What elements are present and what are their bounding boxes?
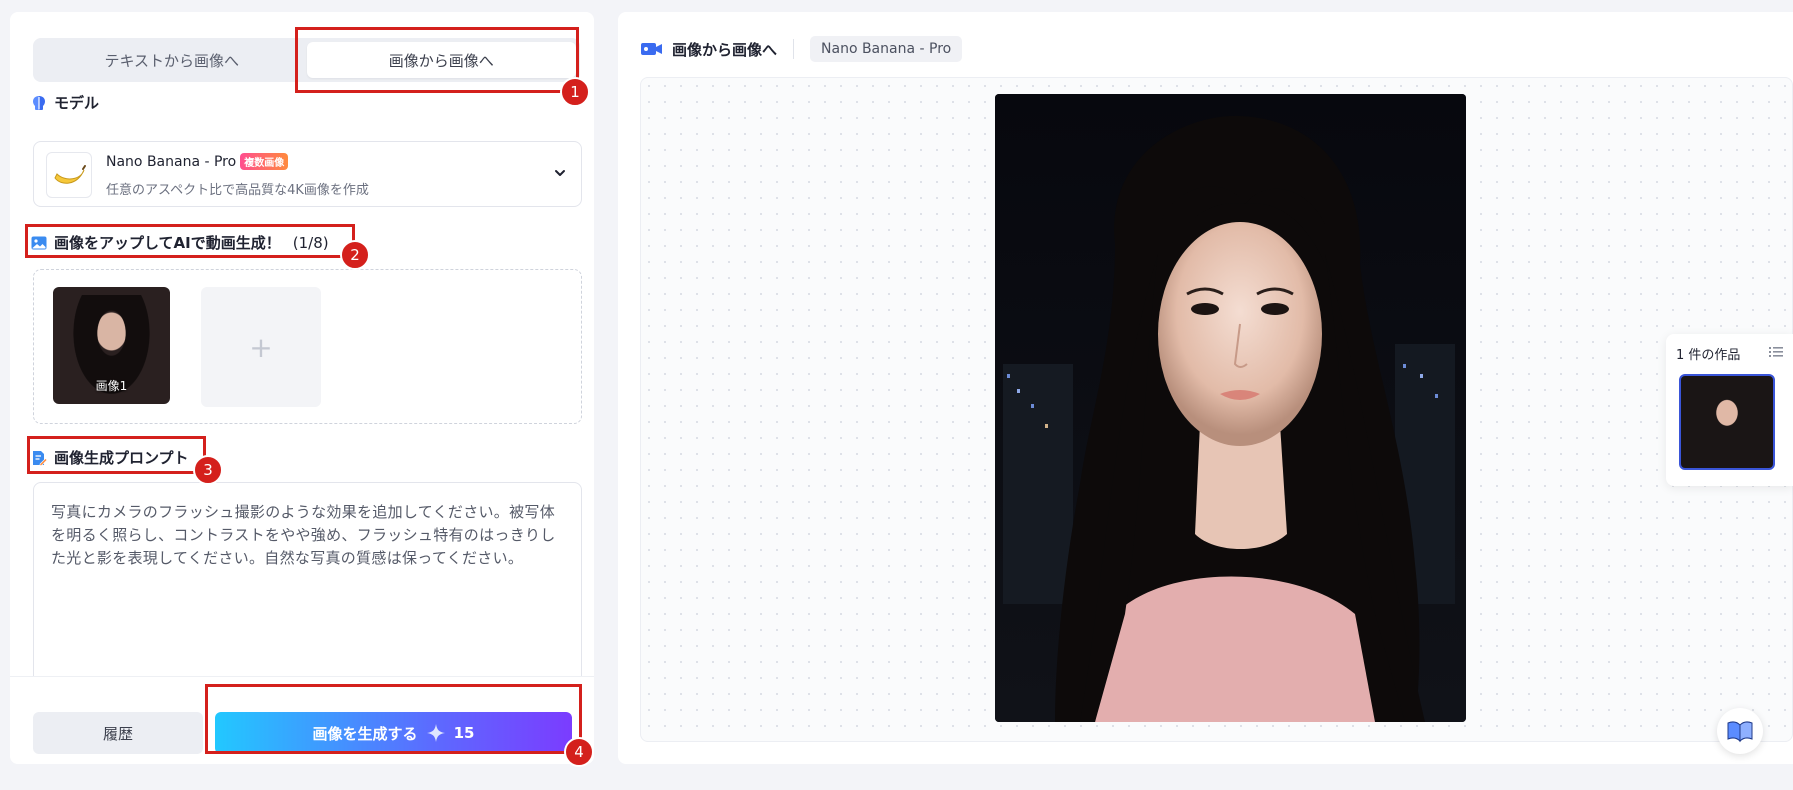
annotation-badge-4: 4 [564, 737, 594, 767]
preview-title: 画像から画像へ [672, 40, 778, 59]
add-image-button[interactable]: + [201, 287, 321, 407]
video-camera-icon [641, 43, 662, 55]
banana-icon [46, 152, 92, 198]
left-panel: テキストから画像へ 画像から画像へ モデル Nano Banana - Pro … [10, 12, 594, 764]
model-section-title: モデル [30, 92, 99, 113]
model-name: Nano Banana - Pro 複数画像 [106, 153, 289, 170]
model-section-label: モデル [54, 94, 100, 112]
annotation-box-4 [205, 684, 582, 754]
annotation-badge-2: 2 [340, 240, 370, 270]
chevron-down-icon[interactable] [553, 166, 567, 180]
work-thumbnail[interactable] [1679, 374, 1775, 470]
list-icon[interactable] [1769, 346, 1783, 358]
history-button[interactable]: 履歴 [33, 712, 203, 754]
uploaded-image-label: 画像1 [95, 379, 128, 393]
model-description: 任意のアスペクト比で高品質な4K画像を作成 [106, 183, 369, 198]
tab-text-to-image[interactable]: テキストから画像へ [37, 42, 307, 78]
works-count: 1 件の作品 [1676, 348, 1741, 363]
annotation-badge-3: 3 [193, 455, 223, 485]
annotation-box-1 [295, 27, 579, 93]
plus-icon: + [249, 330, 273, 364]
header-divider [793, 39, 795, 59]
multi-image-badge: 複数画像 [240, 153, 289, 170]
model-chip: Nano Banana - Pro [810, 36, 963, 62]
works-panel: 1 件の作品 [1666, 334, 1793, 486]
preview-header: 画像から画像へ Nano Banana - Pro [640, 36, 963, 62]
generated-image[interactable] [995, 94, 1466, 722]
portrait-illustration [995, 94, 1466, 722]
model-selector[interactable]: Nano Banana - Pro 複数画像 任意のアスペクト比で高品質な4K画… [33, 141, 582, 207]
book-icon [1727, 721, 1753, 743]
annotation-box-3 [27, 436, 206, 474]
upload-dropzone[interactable]: 画像1 + [33, 269, 582, 424]
brain-icon [33, 95, 45, 110]
model-name-text: Nano Banana - Pro [106, 153, 237, 170]
preview-panel: 画像から画像へ Nano Banana - Pro [618, 12, 1793, 764]
uploaded-image-thumbnail[interactable]: 画像1 [53, 287, 170, 404]
annotation-box-2 [25, 224, 355, 258]
preview-canvas [640, 77, 1793, 742]
annotation-badge-1: 1 [560, 77, 590, 107]
help-button[interactable] [1717, 708, 1763, 754]
